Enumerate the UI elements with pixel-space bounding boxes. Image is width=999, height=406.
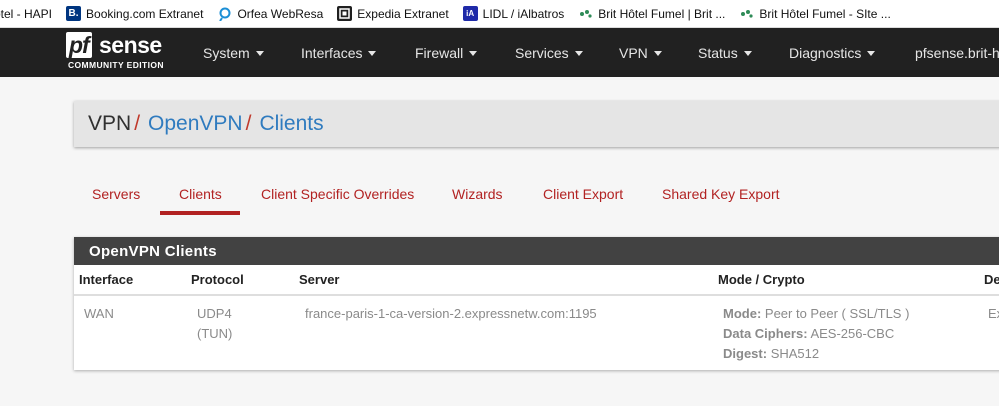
tab-servers[interactable]: Servers <box>92 172 140 216</box>
brit-hotel-icon <box>739 6 754 21</box>
nav-vpn[interactable]: VPN <box>619 28 662 77</box>
chevron-down-icon <box>469 50 478 56</box>
chevron-down-icon <box>743 50 752 56</box>
nav-label: Interfaces <box>301 44 363 61</box>
nav-label: VPN <box>619 44 648 61</box>
mode-line: Mode: Peer to Peer ( SSL/TLS ) <box>723 304 909 324</box>
nav-label: Firewall <box>415 44 464 61</box>
breadcrumb: VPN / OpenVPN / Clients <box>74 101 999 147</box>
bookmark-label: Brit Hôtel Fumel - SIte ... <box>759 6 891 21</box>
openvpn-clients-panel: OpenVPN Clients Interface Protocol Serve… <box>74 237 999 370</box>
digest-label: Digest: <box>723 346 768 361</box>
table-row[interactable]: WAN UDP4 (TUN) france-paris-1-ca-version… <box>74 296 999 368</box>
tab-wizards[interactable]: Wizards <box>452 172 503 216</box>
bookmark-label: Orfea WebResa <box>237 6 324 21</box>
mode-label: Mode: <box>723 306 762 321</box>
tab-clients[interactable]: Clients <box>179 172 222 216</box>
table-header: Interface Protocol Server Mode / Crypto … <box>74 265 999 296</box>
breadcrumb-openvpn[interactable]: OpenVPN <box>148 112 243 136</box>
nav-interfaces[interactable]: Interfaces <box>301 28 377 77</box>
nav-status[interactable]: Status <box>698 28 752 77</box>
nav-firewall[interactable]: Firewall <box>415 28 478 77</box>
chevron-down-icon <box>368 50 377 56</box>
ciphers-label: Data Ciphers: <box>723 326 808 341</box>
column-mode-crypto[interactable]: Mode / Crypto <box>718 265 805 294</box>
tab-bar: Servers Clients Client Specific Override… <box>74 172 999 216</box>
column-protocol[interactable]: Protocol <box>191 265 244 294</box>
orfea-icon <box>217 6 232 21</box>
bookmark-brit-hotel-fumel[interactable]: Brit Hôtel Fumel | Brit ... <box>578 0 726 27</box>
breadcrumb-clients[interactable]: Clients <box>259 112 323 136</box>
expedia-icon <box>337 6 353 21</box>
chevron-down-icon <box>574 50 583 56</box>
ciphers-line: Data Ciphers: AES-256-CBC <box>723 324 909 344</box>
column-server[interactable]: Server <box>299 265 339 294</box>
bookmark-label: Booking.com Extranet <box>86 6 204 21</box>
breadcrumb-separator: / <box>134 112 141 135</box>
nav-services[interactable]: Services <box>515 28 583 77</box>
bookmark-label: LIDL / iAlbatros <box>482 6 565 21</box>
cell-interface: WAN <box>84 306 114 321</box>
nav-diagnostics[interactable]: Diagnostics <box>789 28 876 77</box>
lidl-icon: iA <box>462 6 478 21</box>
top-navbar: pf sense COMMUNITY EDITION System Interf… <box>0 28 999 77</box>
column-interface[interactable]: Interface <box>79 265 133 294</box>
cell-mode-crypto: Mode: Peer to Peer ( SSL/TLS ) Data Ciph… <box>723 304 909 364</box>
nav-label: Services <box>515 44 569 61</box>
cell-protocol: UDP4 (TUN) <box>197 304 232 344</box>
cell-description: Ex <box>988 306 999 321</box>
digest-line: Digest: SHA512 <box>723 344 909 364</box>
tab-shared-key-export[interactable]: Shared Key Export <box>662 172 780 216</box>
panel-title: OpenVPN Clients <box>74 237 999 265</box>
digest-value: SHA512 <box>770 346 820 361</box>
tab-client-export[interactable]: Client Export <box>543 172 623 216</box>
bookmark-booking-extranet[interactable]: B. Booking.com Extranet <box>66 0 204 27</box>
nav-hostname[interactable]: pfsense.brit-h <box>915 28 999 77</box>
nav-label: Status <box>698 44 738 61</box>
breadcrumb-vpn: VPN <box>88 112 132 135</box>
bookmark-expedia-extranet[interactable]: Expedia Extranet <box>337 0 449 27</box>
ciphers-value: AES-256-CBC <box>810 326 895 341</box>
brit-hotel-icon <box>578 6 593 21</box>
chevron-down-icon <box>255 50 264 56</box>
protocol-line: (TUN) <box>197 326 233 341</box>
bookmark-lidl-ialbatros[interactable]: iA LIDL / iAlbatros <box>462 0 565 27</box>
column-description[interactable]: De <box>984 265 999 294</box>
cell-server: france-paris-1-ca-version-2.expressnetw.… <box>305 306 597 321</box>
chevron-down-icon <box>867 50 876 56</box>
nav-system[interactable]: System <box>203 28 264 77</box>
nav-label: pfsense.brit-h <box>915 44 999 61</box>
bookmark-brit-hotel-fumel-site[interactable]: Brit Hôtel Fumel - SIte ... <box>739 0 891 27</box>
active-tab-indicator <box>160 211 240 215</box>
tab-client-specific-overrides[interactable]: Client Specific Overrides <box>261 172 414 216</box>
bookmark-label: Expedia Extranet <box>357 6 449 21</box>
bookmark-hapi[interactable]: otel - HAPI <box>0 0 53 27</box>
bookmarks-bar: otel - HAPI B. Booking.com Extranet Orfe… <box>0 0 999 28</box>
bookmark-label: otel - HAPI <box>0 6 53 21</box>
mode-value: Peer to Peer ( SSL/TLS ) <box>764 306 910 321</box>
nav-label: System <box>203 44 250 61</box>
protocol-line: UDP4 <box>197 306 232 321</box>
bookmark-label: Brit Hôtel Fumel | Brit ... <box>598 6 726 21</box>
breadcrumb-separator: / <box>245 112 252 135</box>
booking-icon: B. <box>66 6 82 21</box>
chevron-down-icon <box>653 50 662 56</box>
bookmark-orfea-webresa[interactable]: Orfea WebResa <box>217 0 324 27</box>
nav-label: Diagnostics <box>789 44 862 61</box>
